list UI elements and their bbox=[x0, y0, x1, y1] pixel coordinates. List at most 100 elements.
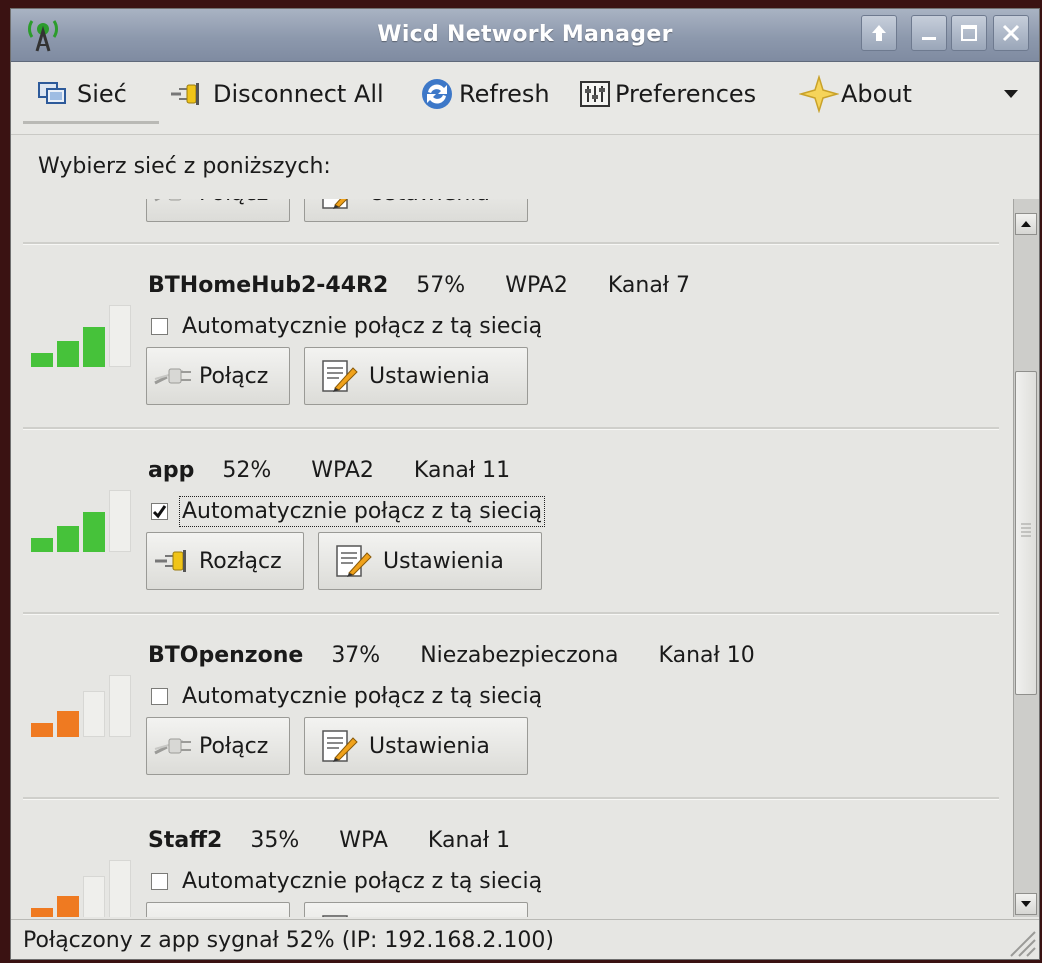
siec-label: Sieć bbox=[77, 80, 127, 108]
refresh-icon bbox=[422, 79, 452, 109]
connect-button-label: Połącz bbox=[199, 363, 269, 389]
auto-connect-checkbox[interactable] bbox=[151, 872, 168, 890]
network-list-viewport[interactable]: Połącz Ustawienia BTHomeHub2-44R2 57% WPA2 Ka… bbox=[11, 199, 1013, 917]
auto-connect-checkbox[interactable] bbox=[151, 317, 168, 335]
network-encryption: Niezabezpieczona bbox=[420, 643, 619, 668]
settings-button-label: Ustawienia bbox=[369, 199, 490, 206]
signal-bar bbox=[31, 908, 53, 917]
signal-bar bbox=[57, 711, 79, 737]
preferences-button[interactable]: Preferences bbox=[579, 72, 756, 116]
minimize-button[interactable] bbox=[911, 15, 947, 51]
star-icon bbox=[799, 75, 839, 113]
grip-lines-icon bbox=[1021, 523, 1031, 537]
signal-strength-icon bbox=[31, 303, 131, 367]
edit-document-icon bbox=[322, 360, 358, 392]
auto-connect-toggle[interactable]: Automatycznie połącz z tą siecią bbox=[151, 681, 542, 711]
auto-connect-label[interactable]: Automatycznie połącz z tą siecią bbox=[182, 314, 542, 339]
signal-strength-icon bbox=[31, 858, 131, 917]
plug-icon bbox=[171, 83, 199, 105]
auto-connect-checkbox[interactable] bbox=[151, 502, 168, 520]
network-strength: 52% bbox=[222, 458, 272, 483]
auto-connect-label[interactable]: Automatycznie połącz z tą siecią bbox=[182, 684, 542, 709]
siec-button[interactable]: Sieć bbox=[37, 72, 127, 116]
vertical-scrollbar[interactable] bbox=[1013, 199, 1039, 917]
network-encryption: WPA bbox=[339, 828, 388, 853]
settings-button[interactable]: Ustawienia bbox=[304, 347, 528, 405]
signal-bar bbox=[31, 353, 53, 367]
settings-button[interactable] bbox=[304, 902, 528, 917]
signal-bar bbox=[57, 526, 79, 552]
edit-document-icon bbox=[322, 199, 348, 209]
signal-bar bbox=[83, 876, 105, 917]
auto-connect-label[interactable]: Automatycznie połącz z tą siecią bbox=[182, 869, 542, 894]
auto-connect-toggle[interactable]: Automatycznie połącz z tą siecią bbox=[151, 495, 546, 527]
toolbar-overflow-button[interactable] bbox=[1003, 72, 1019, 116]
close-button[interactable] bbox=[993, 15, 1029, 51]
network-strength: 57% bbox=[416, 273, 466, 298]
connect-button[interactable]: Połącz bbox=[146, 199, 290, 222]
network-encryption: WPA2 bbox=[311, 458, 374, 483]
plug-icon bbox=[154, 199, 182, 202]
preferences-label: Preferences bbox=[615, 80, 757, 108]
network-encryption: WPA2 bbox=[505, 273, 568, 298]
disconnect-button[interactable]: Rozłącz bbox=[146, 532, 304, 590]
status-text: Połączony z app sygnał 52% (IP: 192.168.… bbox=[23, 928, 554, 953]
network-name: BTHomeHub2-44R2 bbox=[148, 273, 389, 298]
settings-button-label: Ustawienia bbox=[369, 733, 490, 759]
network-info: BTOpenzone 37% Niezabezpieczona Kanał 10 bbox=[148, 643, 795, 668]
connect-button[interactable] bbox=[146, 902, 290, 917]
signal-bar bbox=[83, 691, 105, 737]
network-channel: Kanał 10 bbox=[658, 643, 755, 668]
scroll-down-button[interactable] bbox=[1015, 893, 1037, 915]
network-list: Połącz Ustawienia BTHomeHub2-44R2 57% WPA2 Ka… bbox=[11, 199, 1013, 917]
disconnect-all-label: Disconnect All bbox=[213, 80, 384, 108]
resize-grip-icon[interactable] bbox=[1005, 926, 1037, 958]
signal-strength-icon bbox=[31, 673, 131, 737]
edit-document-icon bbox=[322, 915, 348, 917]
network-strength: 37% bbox=[331, 643, 381, 668]
auto-connect-checkbox[interactable] bbox=[151, 687, 168, 705]
connect-button[interactable]: Połącz bbox=[146, 347, 290, 405]
auto-connect-toggle[interactable]: Automatycznie połącz z tą siecią bbox=[151, 866, 542, 896]
plug-icon bbox=[155, 550, 186, 572]
auto-connect-toggle[interactable]: Automatycznie połącz z tą siecią bbox=[151, 311, 542, 341]
disconnect-all-button[interactable]: Disconnect All bbox=[169, 72, 384, 116]
network-name: app bbox=[148, 458, 195, 483]
edit-document-icon bbox=[336, 545, 372, 577]
wicd-window: Wicd Network Manager Sieć Disconnect All… bbox=[10, 8, 1040, 960]
network-icon bbox=[38, 82, 66, 104]
signal-bar bbox=[109, 490, 131, 552]
network-row: Staff2 35% WPA Kanał 1 Automatycznie połącz … bbox=[11, 800, 1013, 917]
signal-bar bbox=[109, 860, 131, 917]
refresh-button[interactable]: Refresh bbox=[419, 72, 550, 116]
plug-icon bbox=[154, 738, 191, 755]
network-row: Połącz Ustawienia bbox=[11, 199, 1013, 242]
connect-button-label: Rozłącz bbox=[199, 548, 282, 574]
network-channel: Kanał 7 bbox=[607, 273, 691, 298]
signal-bar bbox=[83, 327, 105, 367]
window-up-button[interactable] bbox=[861, 15, 897, 51]
chevron-down-icon bbox=[1004, 90, 1018, 98]
network-row: app 52% WPA2 Kanał 11 Automatycznie połącz z… bbox=[11, 430, 1013, 612]
settings-button[interactable]: Ustawienia bbox=[304, 199, 528, 222]
maximize-button[interactable] bbox=[951, 15, 987, 51]
auto-connect-label[interactable]: Automatycznie połącz z tą siecią bbox=[178, 495, 546, 527]
close-icon bbox=[1002, 24, 1020, 42]
signal-bar bbox=[31, 538, 53, 552]
title-bar[interactable]: Wicd Network Manager bbox=[11, 9, 1039, 62]
settings-button[interactable]: Ustawienia bbox=[318, 532, 542, 590]
about-button[interactable]: About bbox=[799, 72, 912, 116]
signal-bar bbox=[31, 723, 53, 737]
toolbar: Sieć Disconnect All Refresh Preferences … bbox=[11, 62, 1039, 135]
settings-button[interactable]: Ustawienia bbox=[304, 717, 528, 775]
maximize-icon bbox=[961, 25, 977, 41]
network-strength: 35% bbox=[250, 828, 300, 853]
signal-strength-icon bbox=[31, 488, 131, 552]
plug-icon bbox=[153, 914, 195, 917]
scroll-thumb[interactable] bbox=[1015, 371, 1037, 695]
network-row: BTOpenzone 37% Niezabezpieczona Kanał 10 Aut… bbox=[11, 615, 1013, 797]
scroll-up-button[interactable] bbox=[1015, 213, 1037, 235]
connect-button[interactable]: Połącz bbox=[146, 717, 290, 775]
refresh-label: Refresh bbox=[459, 80, 550, 108]
connect-button-label: Połącz bbox=[199, 199, 268, 206]
